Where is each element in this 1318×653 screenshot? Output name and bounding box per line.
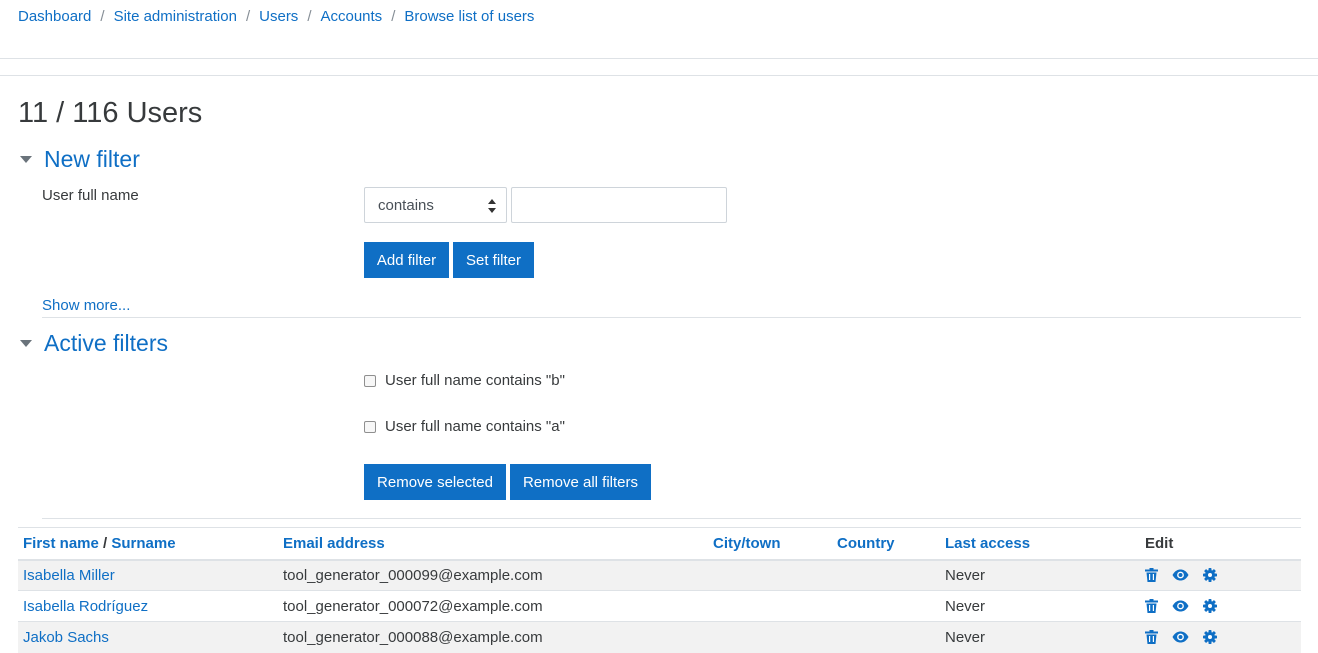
- active-filter-label: User full name contains "b": [385, 372, 565, 389]
- cell-edit: [1140, 559, 1301, 591]
- cell-name: Isabella Rodríguez: [18, 590, 278, 622]
- add-filter-button[interactable]: Add filter: [364, 242, 449, 278]
- active-filters-title[interactable]: Active filters: [44, 330, 168, 357]
- column-header-country: Country: [832, 527, 940, 561]
- breadcrumb: Dashboard / Site administration / Users …: [18, 8, 534, 25]
- trash-icon[interactable]: [1145, 568, 1158, 583]
- breadcrumb-site-administration[interactable]: Site administration: [114, 8, 237, 25]
- header-divider: [0, 58, 1318, 59]
- row-actions: [1145, 599, 1296, 613]
- column-header-email: Email address: [278, 527, 708, 561]
- select-arrows-icon: [488, 199, 496, 213]
- breadcrumb-separator: /: [245, 8, 251, 25]
- gear-icon[interactable]: [1203, 630, 1217, 645]
- cell-last-access: Never: [940, 559, 1140, 591]
- breadcrumb-separator: /: [100, 8, 105, 25]
- active-filters-header[interactable]: Active filters: [18, 330, 168, 357]
- header-separator: /: [98, 534, 112, 552]
- user-full-name-label: User full name: [42, 187, 139, 204]
- column-header-name: First name / Surname: [18, 527, 278, 561]
- filter-checkbox[interactable]: [364, 374, 376, 387]
- remove-all-filters-button[interactable]: Remove all filters: [510, 464, 651, 500]
- collapse-caret-icon[interactable]: [20, 156, 32, 163]
- sort-surname-link[interactable]: Surname: [111, 535, 175, 552]
- eye-icon[interactable]: [1172, 600, 1189, 612]
- active-filter-item[interactable]: User full name contains "a": [364, 418, 565, 435]
- cell-city: [708, 590, 832, 622]
- section-divider: [42, 317, 1301, 318]
- sort-country-link[interactable]: Country: [837, 535, 895, 552]
- sort-city-link[interactable]: City/town: [713, 535, 781, 552]
- filter-checkbox[interactable]: [364, 420, 376, 433]
- sort-last-access-link[interactable]: Last access: [945, 535, 1030, 552]
- set-filter-button[interactable]: Set filter: [453, 242, 534, 278]
- active-filter-label: User full name contains "a": [385, 418, 565, 435]
- cell-email: tool_generator_000072@example.com: [278, 590, 708, 622]
- cell-edit: [1140, 590, 1301, 622]
- row-actions: [1145, 630, 1296, 645]
- trash-icon[interactable]: [1145, 630, 1158, 645]
- cell-city: [708, 621, 832, 653]
- remove-selected-button[interactable]: Remove selected: [364, 464, 506, 500]
- breadcrumb-separator: /: [307, 8, 312, 25]
- breadcrumb-users[interactable]: Users: [259, 8, 298, 25]
- column-header-last-access: Last access: [940, 527, 1140, 561]
- gear-icon[interactable]: [1203, 599, 1217, 613]
- table-row: Isabella Rodríguez tool_generator_000072@…: [18, 590, 1301, 622]
- sort-first-name-link[interactable]: First name: [23, 535, 99, 552]
- user-name-link[interactable]: Jakob Sachs: [23, 629, 109, 646]
- page-title: 11 / 116 Users: [18, 97, 203, 129]
- operator-select[interactable]: contains: [364, 187, 507, 223]
- breadcrumb-dashboard[interactable]: Dashboard: [18, 8, 91, 25]
- active-filter-item[interactable]: User full name contains "b": [364, 372, 565, 389]
- cell-edit: [1140, 621, 1301, 653]
- collapse-caret-icon[interactable]: [20, 340, 32, 347]
- filter-value-input[interactable]: [511, 187, 727, 223]
- cell-country: [832, 590, 940, 622]
- user-name-link[interactable]: Isabella Miller: [23, 567, 115, 584]
- column-header-edit: Edit: [1140, 527, 1301, 561]
- gear-icon[interactable]: [1203, 568, 1217, 583]
- cell-name: Jakob Sachs: [18, 621, 278, 653]
- cell-last-access: Never: [940, 590, 1140, 622]
- table-row: Isabella Miller tool_generator_000099@exa…: [18, 559, 1301, 591]
- user-name-link[interactable]: Isabella Rodríguez: [23, 598, 148, 615]
- cell-last-access: Never: [940, 621, 1140, 653]
- row-actions: [1145, 568, 1296, 583]
- section-divider: [42, 518, 1301, 519]
- operator-select-value: contains: [378, 196, 434, 214]
- breadcrumb-separator: /: [391, 8, 396, 25]
- trash-icon[interactable]: [1145, 599, 1158, 613]
- cell-city: [708, 559, 832, 591]
- cell-email: tool_generator_000088@example.com: [278, 621, 708, 653]
- eye-icon[interactable]: [1172, 569, 1189, 581]
- cell-email: tool_generator_000099@example.com: [278, 559, 708, 591]
- eye-icon[interactable]: [1172, 631, 1189, 643]
- sort-email-link[interactable]: Email address: [283, 535, 385, 552]
- show-more-link[interactable]: Show more...: [42, 297, 130, 314]
- column-header-city: City/town: [708, 527, 832, 561]
- table-row: Jakob Sachs tool_generator_000088@example…: [18, 621, 1301, 653]
- new-filter-title[interactable]: New filter: [44, 146, 140, 173]
- table-header-row: First name / Surname Email address City/…: [18, 527, 1301, 561]
- cell-country: [832, 559, 940, 591]
- breadcrumb-browse-list-of-users[interactable]: Browse list of users: [404, 8, 534, 25]
- header-divider: [0, 75, 1318, 76]
- cell-name: Isabella Miller: [18, 559, 278, 591]
- new-filter-header[interactable]: New filter: [18, 146, 140, 173]
- cell-country: [832, 621, 940, 653]
- breadcrumb-accounts[interactable]: Accounts: [320, 8, 382, 25]
